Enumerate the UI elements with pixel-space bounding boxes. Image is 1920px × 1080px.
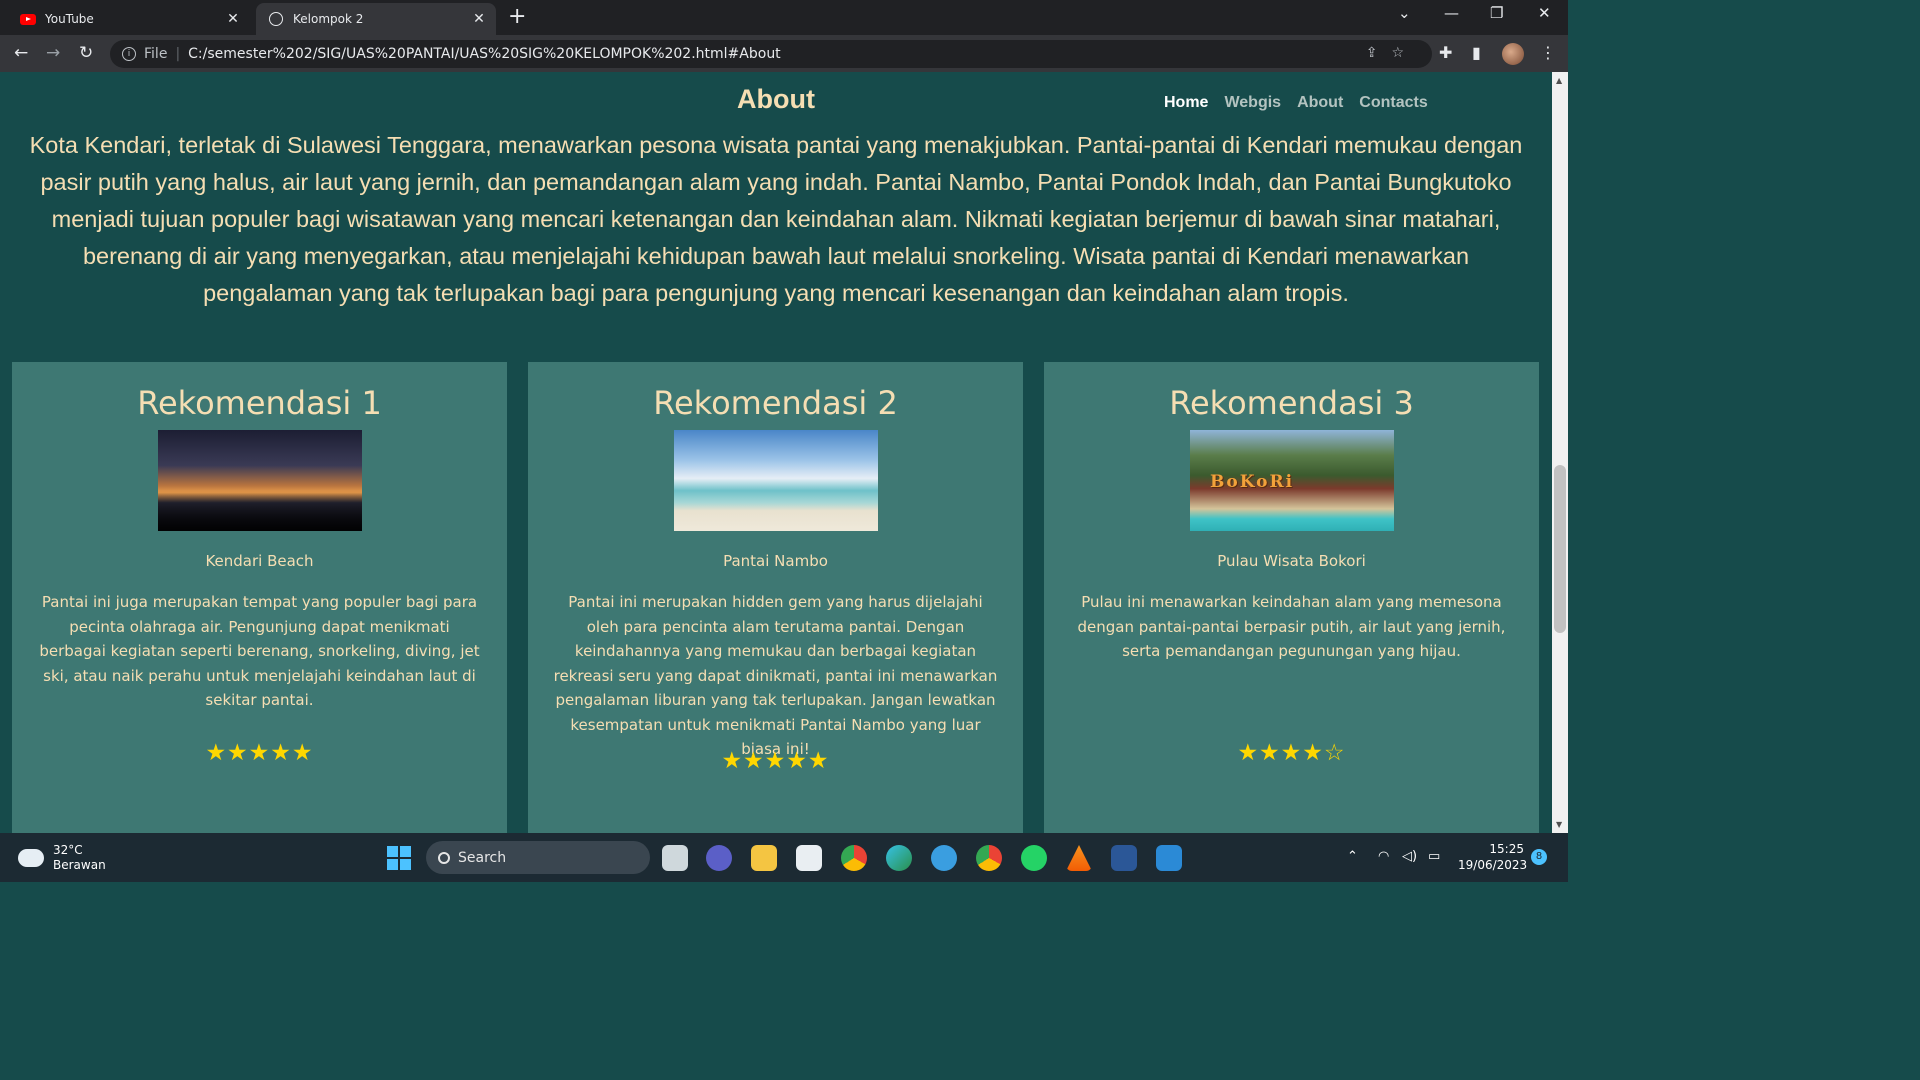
scrollbar-thumb[interactable] <box>1554 465 1566 633</box>
beach-photo: BoKoRi <box>1190 430 1394 531</box>
windows-taskbar: 32°C Berawan Search ⌃ ◠ ◁) ▭ 15:25 19/06… <box>0 833 1568 882</box>
time: 15:25 <box>1489 842 1524 856</box>
help-icon[interactable] <box>931 845 957 871</box>
beach-name: Pulau Wisata Bokori <box>1217 552 1366 570</box>
store-icon[interactable] <box>796 845 822 871</box>
nav-contacts[interactable]: Contacts <box>1359 94 1427 112</box>
weather-desc: Berawan <box>53 858 106 872</box>
weather-temp: 32°C <box>53 843 83 857</box>
edge-icon[interactable] <box>886 845 912 871</box>
beach-name: Pantai Nambo <box>723 552 828 570</box>
address-bar[interactable]: i File | C:/semester%202/SIG/UAS%20PANTA… <box>110 40 1432 68</box>
side-panel-icon[interactable]: ▮ <box>1472 43 1481 62</box>
navbar: Home Webgis About Contacts <box>1164 94 1428 112</box>
recommendation-card-1: Rekomendasi 1 Kendari Beach Pantai ini j… <box>12 362 507 833</box>
weather-widget[interactable]: 32°C Berawan <box>16 843 106 873</box>
divider: | <box>175 46 181 62</box>
taskbar-search[interactable]: Search <box>426 841 650 874</box>
scheme-label: File <box>144 46 168 62</box>
card-title: Rekomendasi 2 <box>653 384 898 422</box>
browser-tab-bar: YouTube ✕ Kelompok 2 ✕ + ⌄ — ❐ ✕ <box>0 0 1568 35</box>
word-icon[interactable] <box>1111 845 1137 871</box>
scroll-down-icon[interactable]: ▼ <box>1556 820 1562 829</box>
window-close-button[interactable]: ✕ <box>1538 4 1551 22</box>
url-text[interactable]: C:/semester%202/SIG/UAS%20PANTAI/UAS%20S… <box>188 46 781 62</box>
recommendation-card-2: Rekomendasi 2 Pantai Nambo Pantai ini me… <box>528 362 1023 833</box>
beach-description: Pulau ini menawarkan keindahan alam yang… <box>1077 593 1506 660</box>
beach-photo <box>674 430 878 531</box>
share-bookmark-icons[interactable]: ⇪☆ <box>1366 45 1418 61</box>
rating-stars: ★★★★☆ <box>1237 740 1346 766</box>
start-button[interactable] <box>387 846 411 870</box>
tab-youtube[interactable]: YouTube ✕ <box>8 3 250 35</box>
nav-webgis[interactable]: Webgis <box>1224 94 1281 112</box>
beach-description: Pantai ini merupakan hidden gem yang har… <box>553 593 998 758</box>
close-icon[interactable]: ✕ <box>222 11 244 27</box>
chat-icon[interactable] <box>706 845 732 871</box>
search-label: Search <box>458 849 507 866</box>
vlc-icon[interactable] <box>1066 845 1092 871</box>
whatsapp-icon[interactable] <box>1021 845 1047 871</box>
restore-button[interactable]: ❐ <box>1490 4 1503 22</box>
volume-icon[interactable]: ◁) <box>1402 849 1417 864</box>
card-title: Rekomendasi 3 <box>1169 384 1414 422</box>
page-scrollbar[interactable]: ▲ ▼ <box>1552 72 1568 833</box>
file-explorer-icon[interactable] <box>751 845 777 871</box>
youtube-icon <box>20 11 36 27</box>
rating-stars: ★★★★★ <box>205 740 314 766</box>
tab-search-icon[interactable]: ⌄ <box>1398 4 1411 22</box>
rating-stars: ★★★★★ <box>721 748 830 774</box>
nav-about[interactable]: About <box>1297 94 1343 112</box>
task-view-icon[interactable] <box>662 845 688 871</box>
reload-button[interactable]: ↻ <box>79 43 93 63</box>
forward-button[interactable]: → <box>46 43 60 63</box>
info-icon[interactable]: i <box>122 47 136 61</box>
card-title: Rekomendasi 1 <box>137 384 382 422</box>
wifi-icon[interactable]: ◠ <box>1378 849 1389 864</box>
close-icon[interactable]: ✕ <box>468 11 490 27</box>
page-content: About Home Webgis About Contacts Kota Ke… <box>0 72 1552 833</box>
tab-title: YouTube <box>45 12 94 26</box>
photo-sign-text: BoKoRi <box>1210 472 1295 492</box>
extensions-icon[interactable]: ✚ <box>1439 43 1452 62</box>
chrome-icon[interactable] <box>841 845 867 871</box>
about-paragraph: Kota Kendari, terletak di Sulawesi Tengg… <box>29 132 1523 306</box>
profile-avatar[interactable] <box>1502 43 1524 65</box>
chrome-profile-icon[interactable] <box>976 845 1002 871</box>
new-tab-button[interactable]: + <box>508 6 526 28</box>
battery-icon[interactable]: ▭ <box>1428 849 1440 864</box>
vscode-icon[interactable] <box>1156 845 1182 871</box>
browser-toolbar: ← → ↻ i File | C:/semester%202/SIG/UAS%2… <box>0 35 1568 72</box>
chevron-up-icon[interactable]: ⌃ <box>1347 849 1358 864</box>
beach-photo <box>158 430 362 531</box>
scroll-up-icon[interactable]: ▲ <box>1556 76 1562 85</box>
notification-badge[interactable]: 8 <box>1531 849 1547 865</box>
clock[interactable]: 15:25 19/06/2023 <box>1458 841 1528 873</box>
date: 19/06/2023 <box>1458 858 1528 872</box>
nav-home[interactable]: Home <box>1164 94 1208 112</box>
beach-description: Pantai ini juga merupakan tempat yang po… <box>39 593 480 709</box>
cloud-icon <box>16 843 44 867</box>
menu-icon[interactable]: ⋮ <box>1540 43 1556 62</box>
back-button[interactable]: ← <box>14 43 28 63</box>
beach-name: Kendari Beach <box>205 552 314 570</box>
search-icon <box>438 851 450 864</box>
recommendation-card-3: Rekomendasi 3 BoKoRi Pulau Wisata Bokori… <box>1044 362 1539 833</box>
tab-kelompok-2[interactable]: Kelompok 2 ✕ <box>256 3 496 35</box>
tab-title: Kelompok 2 <box>293 12 364 26</box>
globe-icon <box>268 11 284 27</box>
minimize-button[interactable]: — <box>1444 4 1459 22</box>
